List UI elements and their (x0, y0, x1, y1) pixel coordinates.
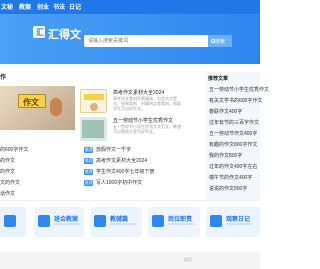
list-item[interactable]: 的600字作文 (0, 146, 28, 153)
article-desc: 五一劳动节小学生优秀作文范文，希望可以帮助大家写好作文。 (113, 124, 181, 134)
lesson-plan-icon (38, 215, 50, 227)
logo-mark-icon: 汇 (33, 26, 45, 38)
sidebar-title: 推荐文章 (208, 76, 229, 82)
nav-item-jiaoan[interactable]: 教案 (19, 2, 31, 11)
nav-item-chuangye[interactable]: 创业 (37, 2, 49, 11)
list-item[interactable]: 的作文 (0, 157, 15, 164)
list-item[interactable]: 话作文 (0, 190, 15, 197)
sidebar-item[interactable]: 有趣的作文800字作文 (209, 141, 257, 148)
recommend-tag: 推荐 (84, 169, 93, 175)
search-bar: 搜索 (84, 35, 232, 47)
sidebar-item[interactable]: 五一劳动节小学生优秀作文 (209, 86, 269, 93)
quick-link[interactable]: 观察日记 (206, 207, 260, 237)
book-icon (94, 215, 106, 227)
briefcase-icon (152, 215, 164, 227)
top-nav: 文秘 教案 创业 书法 日记 (0, 0, 260, 14)
sidebar-item[interactable]: 春联作文400字 (209, 108, 242, 115)
quick-link[interactable]: 岗位职责 (148, 207, 200, 237)
article-title[interactable]: 高考作文素材大全2024 (113, 89, 164, 96)
sidebar-item[interactable]: 过年的作文400字左右 (209, 163, 257, 170)
nav-item-wenmi[interactable]: 文秘 (1, 2, 13, 11)
quick-link[interactable]: 教辅篇 (90, 207, 142, 237)
sidebar-item[interactable]: 说说的作文800字 (209, 185, 247, 192)
section-divider (0, 200, 260, 201)
list-item[interactable]: 高考作文素材大全2024 (96, 157, 147, 164)
list-item[interactable]: 的作文 (0, 168, 15, 175)
sidebar-item[interactable]: 五一劳动节作文400字 (209, 130, 257, 137)
nav-item-riji[interactable]: 日记 (69, 2, 81, 11)
article-thumbnail[interactable] (80, 89, 107, 113)
footer: 首页 (0, 252, 260, 269)
essay-sign: 作文 (18, 94, 46, 108)
section-title: 作 (0, 75, 7, 81)
featured-image[interactable]: 作文 (0, 86, 75, 130)
recommend-tag: 推荐 (84, 158, 93, 164)
list-item[interactable]: 写人1000字初中作文 (96, 179, 142, 186)
sidebar-item[interactable]: 我的作文800字 (209, 152, 242, 159)
search-input[interactable] (88, 37, 198, 45)
sidebar-item[interactable]: 端午节的作文400字 (209, 174, 252, 181)
list-item[interactable]: 学生作文400字七年级下册 (96, 168, 154, 175)
quick-link[interactable]: 班会教案 (34, 207, 84, 237)
diary-icon (210, 215, 222, 227)
search-button[interactable]: 搜索 (208, 35, 232, 47)
quick-link[interactable] (0, 207, 26, 237)
footer-link[interactable]: 首页 (184, 257, 192, 263)
list-item[interactable]: 放假作文一千字 (96, 146, 131, 153)
recommend-tag: 推荐 (84, 147, 93, 153)
sidebar-item[interactable]: 有关文学书的600字作文 (209, 97, 262, 104)
nav-item-shufa[interactable]: 书法 (53, 2, 65, 11)
category-icon (4, 215, 16, 227)
recommend-tag: 推荐 (84, 180, 93, 186)
site-name: 汇得文 (48, 29, 81, 41)
list-item[interactable]: 文的作文 (0, 179, 20, 186)
child-figure (50, 98, 62, 116)
article-thumbnail[interactable] (80, 117, 107, 141)
article-desc: 高考作文素材积累精选，包含名言警句、经典案例、时事热点等素材，帮助学生写出好作文… (113, 96, 181, 111)
sidebar-item[interactable]: 过年有节的三百字作文 (209, 119, 259, 126)
article-title[interactable]: 五一劳动节小学生优秀作文 (113, 117, 173, 124)
